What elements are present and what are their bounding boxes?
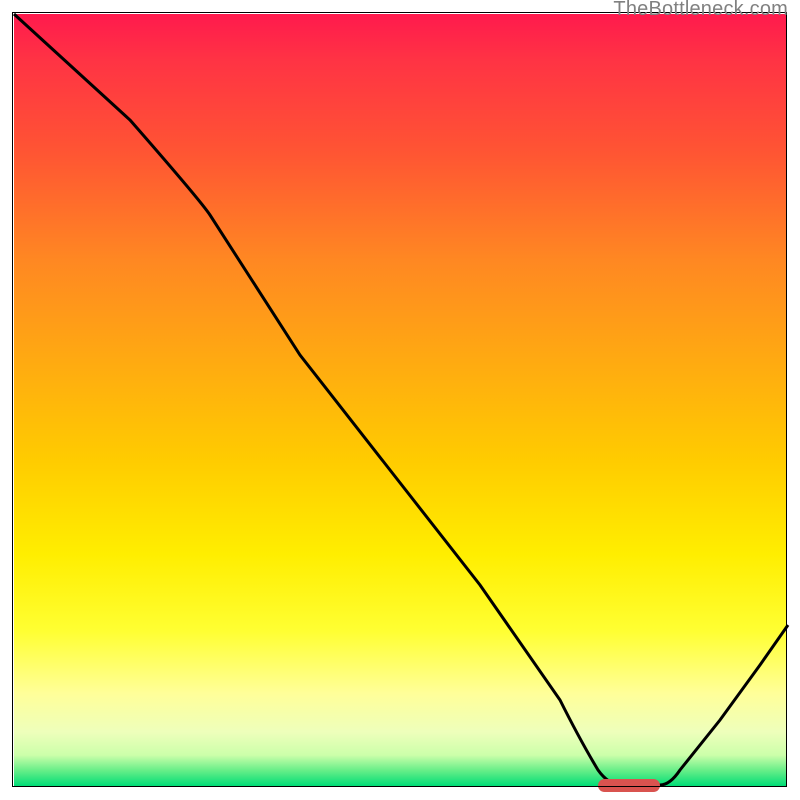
curve-line xyxy=(14,14,788,785)
bottleneck-chart: TheBottleneck.com xyxy=(0,0,800,800)
watermark-text: TheBottleneck.com xyxy=(613,0,788,21)
chart-svg xyxy=(0,0,800,800)
optimum-marker xyxy=(598,779,660,792)
